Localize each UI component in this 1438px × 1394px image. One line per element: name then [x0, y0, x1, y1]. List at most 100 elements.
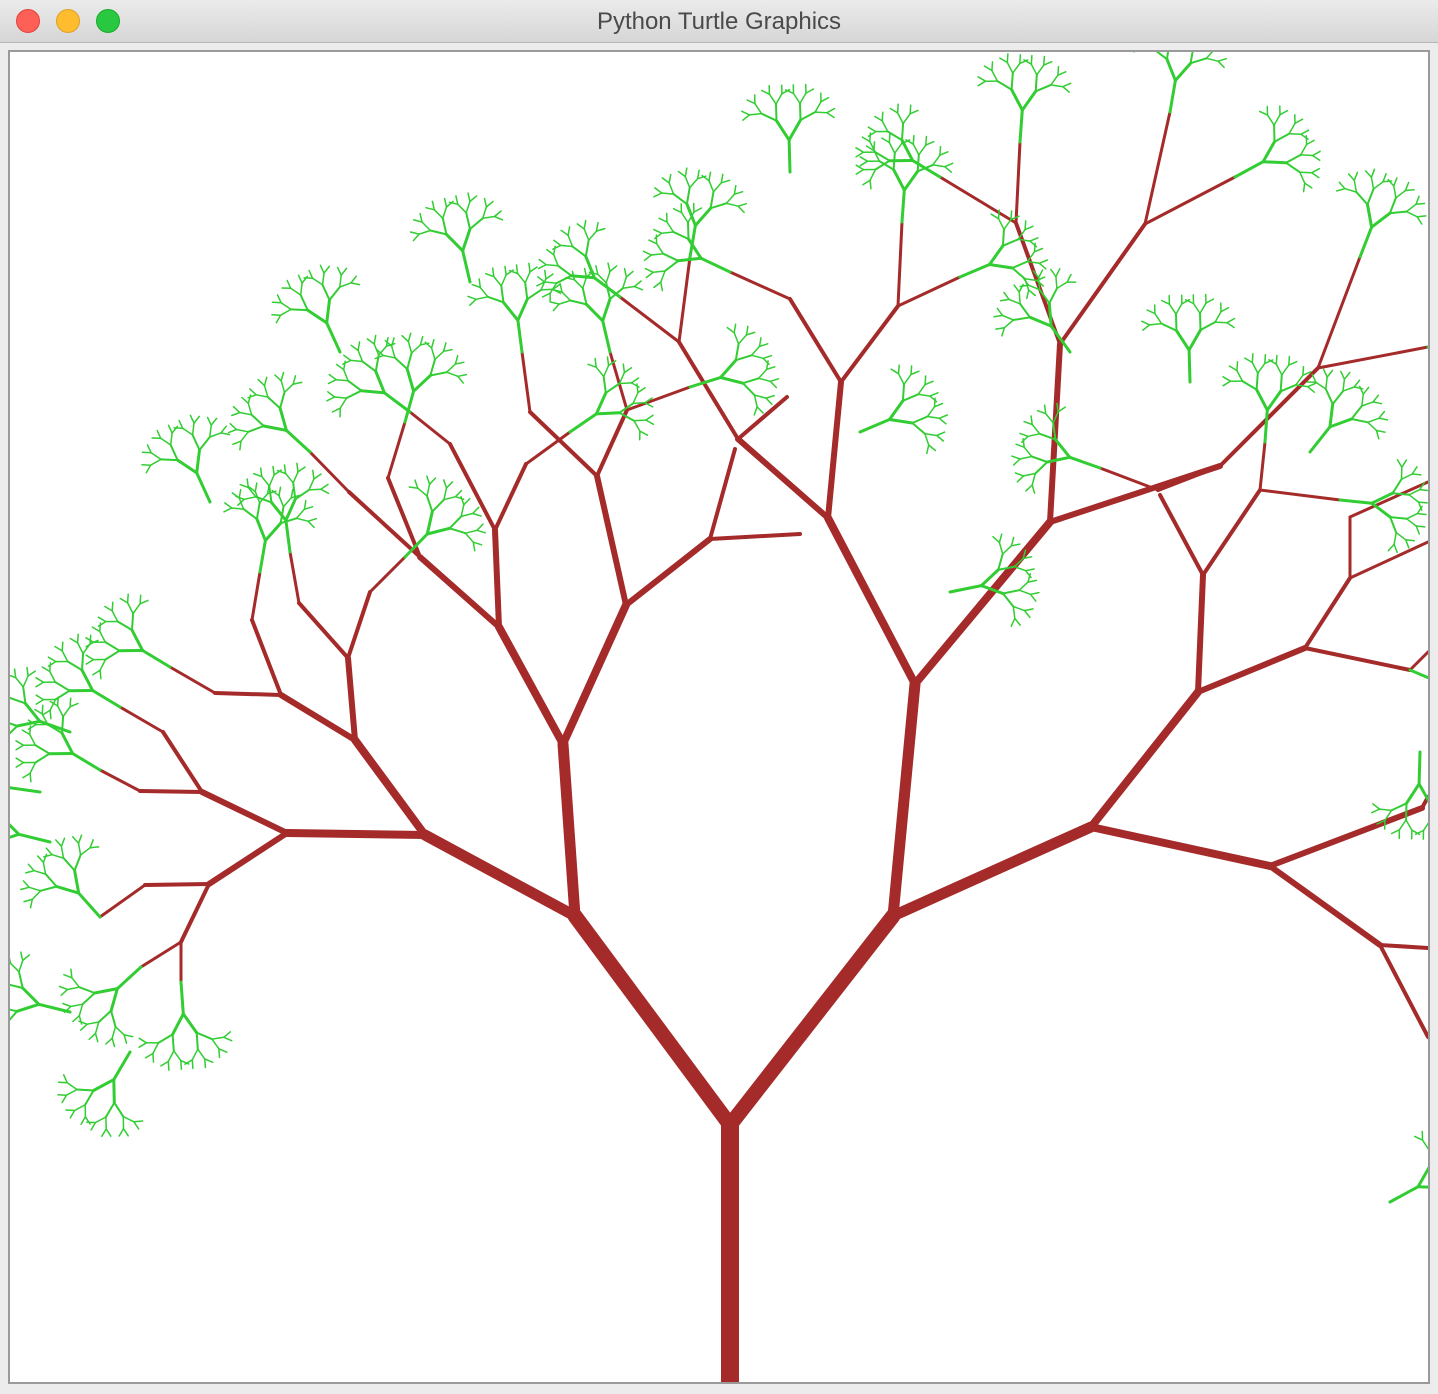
- leaf-twig: [1001, 314, 1015, 321]
- leaf-twig: [1405, 203, 1417, 213]
- leaf-twig: [753, 394, 767, 399]
- branch: [1218, 366, 1320, 468]
- leaf-twig: [1353, 171, 1359, 182]
- leaf-twig: [1391, 478, 1403, 495]
- leaf-twig: [246, 478, 250, 489]
- leaf-twig: [1023, 609, 1031, 619]
- leaf-twig: [97, 616, 107, 623]
- leaf-twig: [78, 1014, 83, 1025]
- leaf-twig: [1029, 593, 1037, 602]
- leaf-twig: [1010, 617, 1016, 627]
- leaf-twig: [1010, 536, 1015, 547]
- leaf-twig: [897, 372, 905, 386]
- leaf-twig: [595, 227, 606, 232]
- leaf-twig: [1011, 260, 1029, 269]
- branch: [625, 385, 692, 412]
- leaf-twig: [501, 300, 520, 322]
- turtle-canvas[interactable]: [8, 50, 1430, 1384]
- leaf-twig: [401, 334, 410, 343]
- leaf-twig: [275, 314, 282, 324]
- leaf-twig: [1311, 154, 1321, 162]
- leaf-twig: [255, 517, 267, 542]
- leaf-twig: [1372, 394, 1380, 403]
- leaf-twig: [471, 512, 482, 517]
- leaf-twig: [607, 262, 611, 273]
- leaf-twig: [1366, 203, 1374, 229]
- leaf-twig: [1370, 168, 1376, 179]
- leaf-twig: [733, 185, 737, 196]
- leaf-twig: [443, 487, 448, 501]
- leaf-twig: [280, 371, 285, 382]
- leaf-twig: [1165, 57, 1177, 82]
- leaf-twig: [1390, 802, 1408, 812]
- leaf-twig: [141, 649, 172, 669]
- leaf-twig: [742, 114, 751, 121]
- leaf-twig: [412, 219, 423, 223]
- leaf-twig: [345, 389, 363, 400]
- leaf-twig: [209, 424, 212, 438]
- leaf-twig: [239, 483, 250, 489]
- branch: [1378, 943, 1428, 1039]
- leaf-twig: [896, 112, 904, 125]
- leaf-twig: [1023, 420, 1033, 426]
- leaf-twig: [708, 171, 712, 182]
- leaf-twig: [150, 451, 162, 461]
- leaf-twig: [1288, 360, 1298, 366]
- leaf-twig: [1016, 475, 1025, 483]
- leaf-twig: [939, 145, 942, 156]
- leaf-twig: [54, 839, 63, 848]
- leaf-twig: [1199, 302, 1207, 315]
- branch: [1303, 646, 1412, 672]
- leaf-twig: [403, 389, 416, 424]
- leaf-twig: [1415, 195, 1420, 206]
- leaf-twig: [653, 281, 662, 289]
- leaf-twig: [57, 1093, 68, 1096]
- leaf-twig: [303, 505, 314, 511]
- leaf-twig: [1001, 228, 1005, 247]
- leaf-twig: [42, 709, 51, 716]
- leaf-twig: [1393, 543, 1398, 554]
- leaf-twig: [242, 508, 258, 521]
- branch: [1098, 466, 1160, 492]
- leaf-twig: [94, 1021, 100, 1035]
- leaf-twig: [1055, 268, 1061, 278]
- leaf-twig: [239, 411, 253, 416]
- leaf-twig: [658, 217, 668, 223]
- leaf-twig: [814, 100, 822, 113]
- leaf-twig: [1358, 385, 1365, 395]
- leaf-twig: [476, 523, 484, 532]
- leaf-twig: [1034, 73, 1038, 93]
- leaf-twig: [457, 373, 468, 378]
- branch: [618, 295, 681, 344]
- leaf-twig: [255, 394, 269, 398]
- leaf-twig: [144, 1052, 154, 1059]
- leaf-twig: [429, 358, 436, 377]
- leaf-twig: [442, 479, 448, 489]
- leaf-twig: [901, 122, 905, 142]
- branch: [347, 490, 422, 559]
- leaf-twig: [814, 111, 828, 114]
- leaf-twig: [1019, 455, 1033, 460]
- leaf-twig: [43, 853, 53, 858]
- leaf-twig: [633, 280, 642, 288]
- leaf-twig: [445, 481, 454, 489]
- leaf-twig: [1023, 608, 1034, 612]
- leaf-twig: [1022, 472, 1037, 477]
- leaf-twig: [1160, 322, 1178, 332]
- branch: [1014, 221, 1062, 346]
- leaf-twig: [110, 1009, 117, 1028]
- leaf-twig: [91, 626, 101, 633]
- branch: [308, 450, 351, 494]
- leaf-twig: [94, 1032, 99, 1043]
- branch: [448, 442, 497, 532]
- leaf-twig: [418, 229, 432, 235]
- leaf-twig: [167, 1060, 170, 1071]
- leaf-twig: [443, 495, 457, 501]
- leaf-twig: [1011, 267, 1026, 280]
- leaf-twig: [1154, 312, 1163, 325]
- leaf-twig: [636, 383, 639, 394]
- leaf-twig: [1342, 378, 1346, 392]
- leaf-twig: [220, 425, 228, 434]
- leaf-twig: [604, 382, 621, 394]
- leaf-twig: [76, 633, 79, 644]
